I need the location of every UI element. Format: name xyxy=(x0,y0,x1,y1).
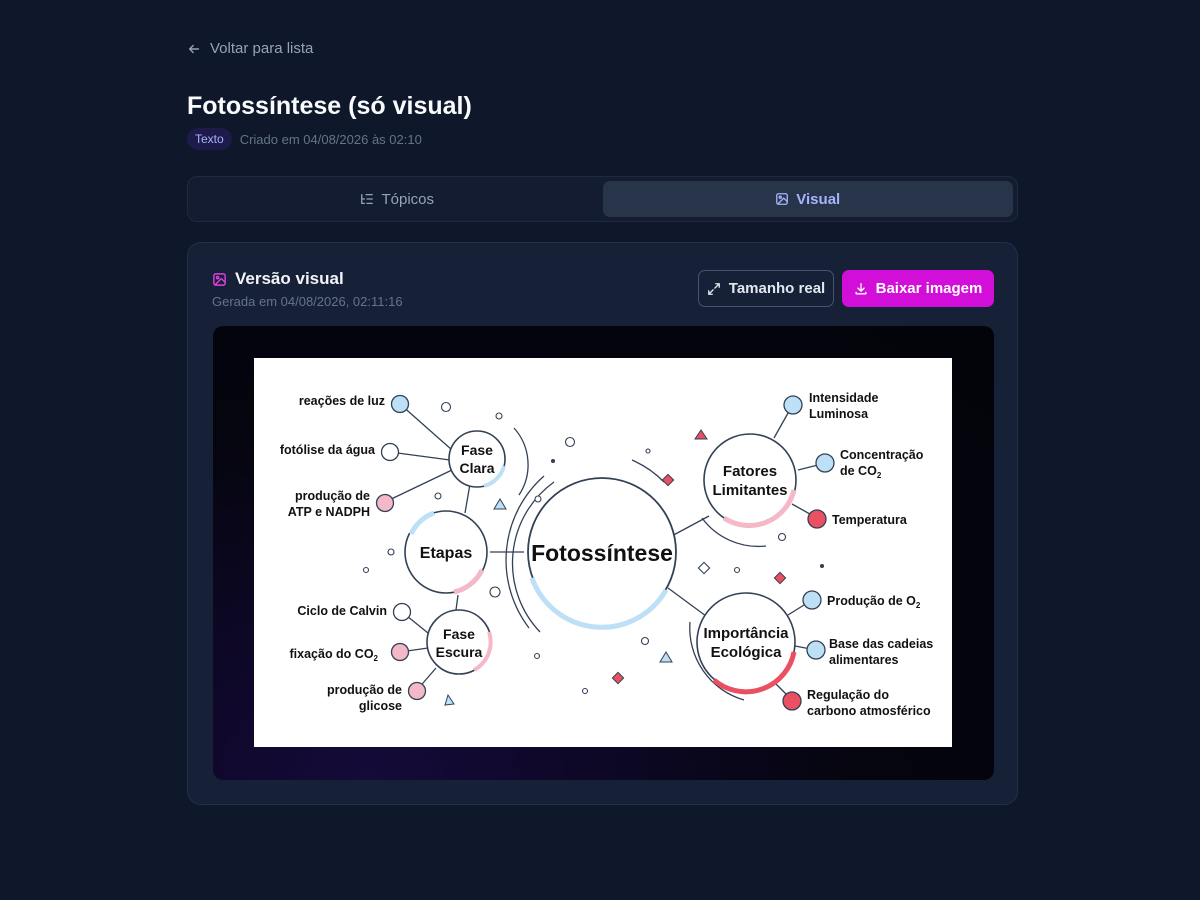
leaf-regulacao-l2: carbono atmosférico xyxy=(807,704,931,718)
mindmap-fase-clara-l1: Fase xyxy=(461,442,493,458)
leaf-base-cadeias-l2: alimentares xyxy=(829,653,899,667)
image-preview-frame: Fotossíntese Etapas Fase Clara Fase Escu… xyxy=(213,326,994,780)
visual-title-text: Versão visual xyxy=(235,269,344,288)
visual-card-title: Versão visual xyxy=(212,269,344,289)
tab-topicos-label: Tópicos xyxy=(381,190,435,208)
leaf-ciclo-calvin: Ciclo de Calvin xyxy=(297,604,387,618)
type-badge: Texto xyxy=(187,128,232,150)
image-icon xyxy=(776,193,789,205)
meta-row: Texto Criado em 04/08/2026 às 02:10 xyxy=(187,128,422,150)
leaf-concentracao-l1: Concentração xyxy=(840,448,924,462)
download-label: Baixar imagem xyxy=(875,280,983,297)
leaf-intensidade-l1: Intensidade xyxy=(809,391,879,405)
mindmap-importancia-l2: Ecológica xyxy=(711,644,783,661)
generated-timestamp: Gerada em 04/08/2026, 02:11:16 xyxy=(212,294,403,309)
tab-visual[interactable]: Visual xyxy=(602,181,1013,217)
visual-card: Versão visual Gerada em 04/08/2026, 02:1… xyxy=(187,242,1018,805)
actual-size-label: Tamanho real xyxy=(728,280,826,297)
mindmap-center-label: Fotossíntese xyxy=(531,540,673,566)
download-icon xyxy=(855,282,867,295)
mindmap-fatores-l2: Limitantes xyxy=(712,482,787,499)
leaf-producao-glicose-l2: glicose xyxy=(359,699,402,713)
back-link[interactable]: Voltar para lista xyxy=(187,40,313,57)
created-date: Criado em 04/08/2026 às 02:10 xyxy=(239,131,422,147)
mindmap-fatores-l1: Fatores xyxy=(723,463,777,480)
page-title: Fotossíntese (só visual) xyxy=(187,92,472,120)
leaf-temperatura: Temperatura xyxy=(832,513,908,527)
tab-visual-label: Visual xyxy=(796,190,841,208)
download-image-button[interactable]: Baixar imagem xyxy=(842,270,994,307)
leaf-producao-o2: Produção de O2 xyxy=(827,594,921,610)
leaf-regulacao-l1: Regulação do xyxy=(807,688,889,702)
leaf-reacoes-luz: reações de luz xyxy=(299,394,385,408)
arrow-left-icon xyxy=(188,44,200,53)
list-tree-icon xyxy=(361,193,374,205)
view-tabs: Tópicos Visual xyxy=(187,176,1018,222)
leaf-producao-glicose-l1: produção de xyxy=(327,683,402,697)
expand-icon xyxy=(707,282,720,295)
mindmap-fase-escura-l1: Fase xyxy=(443,626,475,642)
leaf-base-cadeias-l1: Base das cadeias xyxy=(829,637,933,651)
leaf-intensidade-l2: Luminosa xyxy=(809,407,869,421)
mindmap-fase-clara-l2: Clara xyxy=(459,460,494,476)
leaf-producao-atp-l1: produção de xyxy=(295,489,370,503)
back-link-label: Voltar para lista xyxy=(210,40,314,57)
image-icon xyxy=(213,272,226,286)
actual-size-button[interactable]: Tamanho real xyxy=(698,270,834,307)
mindmap-fase-escura-l2: Escura xyxy=(436,644,483,660)
mindmap-etapas-label: Etapas xyxy=(420,545,473,562)
leaf-concentracao-l2: de CO2 xyxy=(840,464,882,480)
leaf-fotolise-agua: fotólise da água xyxy=(280,443,376,457)
mindmap-image[interactable]: Fotossíntese Etapas Fase Clara Fase Escu… xyxy=(254,358,952,747)
mindmap-svg: Fotossíntese Etapas Fase Clara Fase Escu… xyxy=(280,391,933,718)
tab-topicos[interactable]: Tópicos xyxy=(192,181,603,217)
mindmap-importancia-l1: Importância xyxy=(703,625,789,642)
leaf-producao-atp-l2: ATP e NADPH xyxy=(288,505,370,519)
leaf-fixacao-co2: fixação do CO2 xyxy=(290,647,379,663)
